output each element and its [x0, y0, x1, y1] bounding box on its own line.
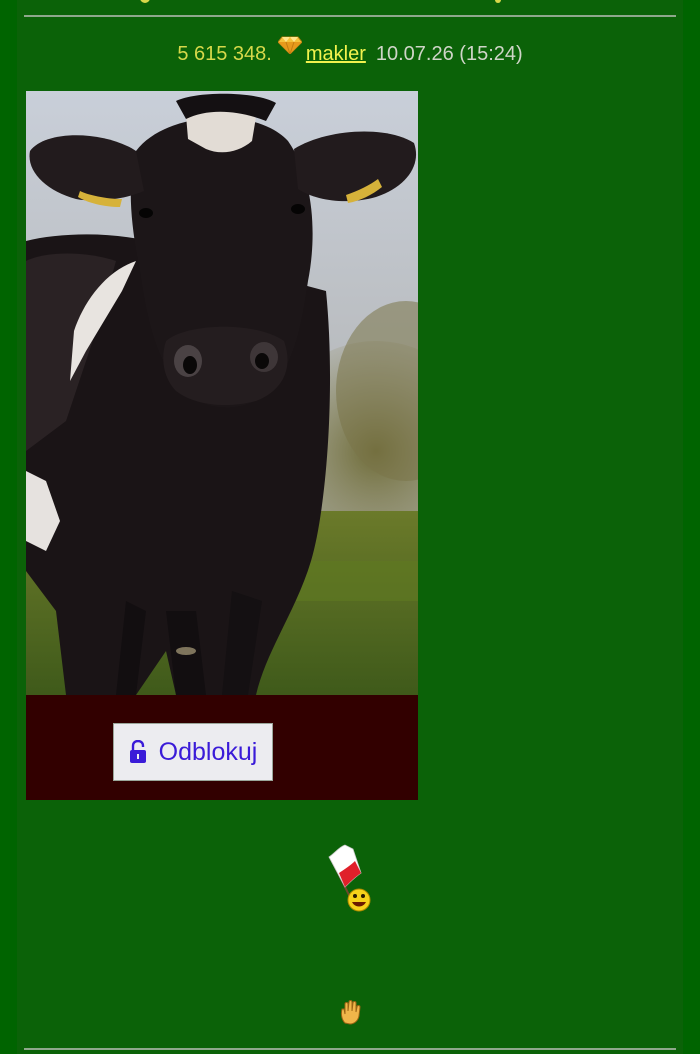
page: 5 615 348. makler 10.07.26 (15:24) Odblo…: [0, 0, 700, 1054]
unlock-label: Odblokuj: [158, 737, 258, 766]
unlock-icon: [129, 739, 147, 764]
post-header: 5 615 348. makler 10.07.26 (15:24): [0, 36, 700, 66]
divider-top: [24, 15, 676, 17]
post-timestamp: 10.07.26 (15:24): [375, 43, 523, 65]
gem-icon: [277, 36, 303, 60]
post-image-cow[interactable]: [26, 91, 418, 695]
waving-hand-icon: [339, 999, 361, 1025]
unlock-button[interactable]: Odblokuj: [113, 723, 273, 781]
locked-image-bar: Odblokuj: [26, 695, 418, 800]
cropped-previous-content: [120, 0, 520, 3]
poland-flag-smiley-icon: [325, 843, 377, 915]
author-link[interactable]: makler: [306, 43, 366, 65]
divider-bottom: [24, 1048, 676, 1050]
post-number: 5 615 348.: [177, 43, 272, 65]
